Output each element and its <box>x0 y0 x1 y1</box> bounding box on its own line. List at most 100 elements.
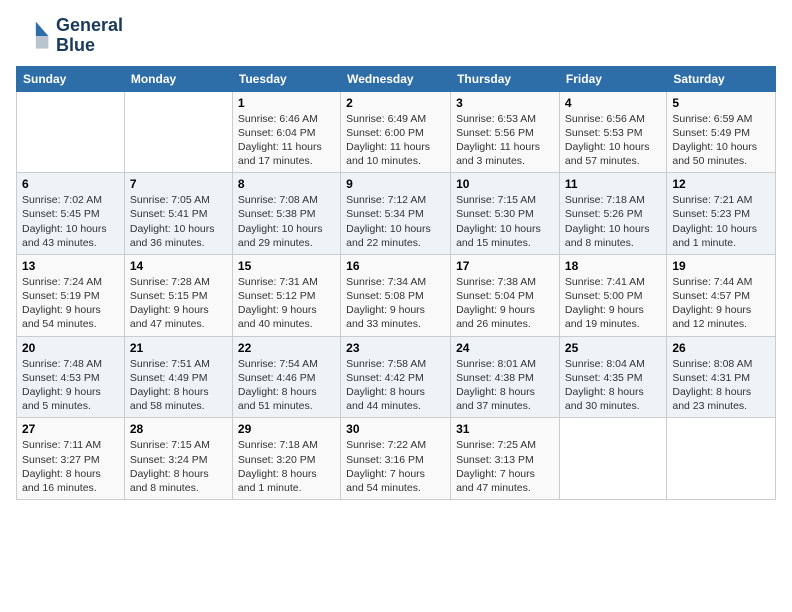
day-number: 16 <box>346 259 445 273</box>
calendar-day-cell: 8 Sunrise: 7:08 AM Sunset: 5:38 PM Daylig… <box>232 173 340 255</box>
calendar-week-row: 1 Sunrise: 6:46 AM Sunset: 6:04 PM Daylig… <box>17 91 776 173</box>
calendar-day-cell: 18Sunrise: 7:41 AM Sunset: 5:00 PM Dayli… <box>559 254 666 336</box>
calendar-week-row: 27 Sunrise: 7:11 AM Sunset: 3:27 PM Dayli… <box>17 418 776 500</box>
weekday-header-cell: Sunday <box>17 66 125 91</box>
calendar-day-cell: 30 Sunrise: 7:22 AM Sunset: 3:16 PM Dayli… <box>341 418 451 500</box>
day-number: 17 <box>456 259 554 273</box>
day-number: 2 <box>346 96 445 110</box>
day-info: Sunrise: 7:31 AM Sunset: 5:12 PM Dayligh… <box>238 275 335 332</box>
calendar-day-cell: 9Sunrise: 7:12 AM Sunset: 5:34 PM Daylig… <box>341 173 451 255</box>
calendar-day-cell: 10 Sunrise: 7:15 AM Sunset: 5:30 PM Dayli… <box>451 173 560 255</box>
day-info: Sunrise: 6:49 AM Sunset: 6:00 PM Dayligh… <box>346 112 445 169</box>
calendar-day-cell: 13 Sunrise: 7:24 AM Sunset: 5:19 PM Dayli… <box>17 254 125 336</box>
day-number: 25 <box>565 341 661 355</box>
day-number: 18 <box>565 259 661 273</box>
weekday-header-cell: Monday <box>124 66 232 91</box>
calendar-day-cell: 28 Sunrise: 7:15 AM Sunset: 3:24 PM Dayli… <box>124 418 232 500</box>
day-info: Sunrise: 7:58 AM Sunset: 4:42 PM Dayligh… <box>346 357 445 414</box>
calendar-day-cell: 21 Sunrise: 7:51 AM Sunset: 4:49 PM Dayli… <box>124 336 232 418</box>
calendar-day-cell: 23Sunrise: 7:58 AM Sunset: 4:42 PM Dayli… <box>341 336 451 418</box>
weekday-header-cell: Thursday <box>451 66 560 91</box>
day-number: 13 <box>22 259 119 273</box>
day-info: Sunrise: 7:15 AM Sunset: 3:24 PM Dayligh… <box>130 438 227 495</box>
calendar-day-cell: 2 Sunrise: 6:49 AM Sunset: 6:00 PM Daylig… <box>341 91 451 173</box>
day-info: Sunrise: 7:38 AM Sunset: 5:04 PM Dayligh… <box>456 275 554 332</box>
day-info: Sunrise: 7:44 AM Sunset: 4:57 PM Dayligh… <box>672 275 770 332</box>
calendar-day-cell: 16 Sunrise: 7:34 AM Sunset: 5:08 PM Dayli… <box>341 254 451 336</box>
day-number: 15 <box>238 259 335 273</box>
day-number: 22 <box>238 341 335 355</box>
day-info: Sunrise: 7:34 AM Sunset: 5:08 PM Dayligh… <box>346 275 445 332</box>
calendar-day-cell: 6 Sunrise: 7:02 AM Sunset: 5:45 PM Daylig… <box>17 173 125 255</box>
day-info: Sunrise: 7:11 AM Sunset: 3:27 PM Dayligh… <box>22 438 119 495</box>
logo-icon <box>16 18 52 54</box>
day-info: Sunrise: 6:59 AM Sunset: 5:49 PM Dayligh… <box>672 112 770 169</box>
calendar-body: 1 Sunrise: 6:46 AM Sunset: 6:04 PM Daylig… <box>17 91 776 499</box>
calendar-day-cell <box>559 418 666 500</box>
day-number: 4 <box>565 96 661 110</box>
day-info: Sunrise: 6:53 AM Sunset: 5:56 PM Dayligh… <box>456 112 554 169</box>
day-info: Sunrise: 8:04 AM Sunset: 4:35 PM Dayligh… <box>565 357 661 414</box>
day-info: Sunrise: 7:21 AM Sunset: 5:23 PM Dayligh… <box>672 193 770 250</box>
day-info: Sunrise: 7:48 AM Sunset: 4:53 PM Dayligh… <box>22 357 119 414</box>
day-info: Sunrise: 7:12 AM Sunset: 5:34 PM Dayligh… <box>346 193 445 250</box>
day-number: 28 <box>130 422 227 436</box>
day-info: Sunrise: 7:22 AM Sunset: 3:16 PM Dayligh… <box>346 438 445 495</box>
calendar-week-row: 6 Sunrise: 7:02 AM Sunset: 5:45 PM Daylig… <box>17 173 776 255</box>
calendar-day-cell: 31 Sunrise: 7:25 AM Sunset: 3:13 PM Dayli… <box>451 418 560 500</box>
day-number: 8 <box>238 177 335 191</box>
calendar-week-row: 13 Sunrise: 7:24 AM Sunset: 5:19 PM Dayli… <box>17 254 776 336</box>
day-number: 19 <box>672 259 770 273</box>
page-header: General Blue <box>16 16 776 56</box>
calendar-day-cell: 26 Sunrise: 8:08 AM Sunset: 4:31 PM Dayli… <box>667 336 776 418</box>
weekday-header-row: SundayMondayTuesdayWednesdayThursdayFrid… <box>17 66 776 91</box>
calendar-day-cell: 29Sunrise: 7:18 AM Sunset: 3:20 PM Dayli… <box>232 418 340 500</box>
day-number: 3 <box>456 96 554 110</box>
calendar-day-cell: 19 Sunrise: 7:44 AM Sunset: 4:57 PM Dayli… <box>667 254 776 336</box>
logo: General Blue <box>16 16 123 56</box>
day-number: 30 <box>346 422 445 436</box>
calendar-day-cell: 25 Sunrise: 8:04 AM Sunset: 4:35 PM Dayli… <box>559 336 666 418</box>
day-number: 6 <box>22 177 119 191</box>
logo-text: General Blue <box>56 16 123 56</box>
calendar-day-cell: 20Sunrise: 7:48 AM Sunset: 4:53 PM Dayli… <box>17 336 125 418</box>
calendar-day-cell: 27 Sunrise: 7:11 AM Sunset: 3:27 PM Dayli… <box>17 418 125 500</box>
day-info: Sunrise: 6:56 AM Sunset: 5:53 PM Dayligh… <box>565 112 661 169</box>
calendar-week-row: 20Sunrise: 7:48 AM Sunset: 4:53 PM Dayli… <box>17 336 776 418</box>
day-info: Sunrise: 7:51 AM Sunset: 4:49 PM Dayligh… <box>130 357 227 414</box>
day-number: 11 <box>565 177 661 191</box>
day-info: Sunrise: 8:08 AM Sunset: 4:31 PM Dayligh… <box>672 357 770 414</box>
calendar-day-cell: 3 Sunrise: 6:53 AM Sunset: 5:56 PM Daylig… <box>451 91 560 173</box>
day-info: Sunrise: 7:08 AM Sunset: 5:38 PM Dayligh… <box>238 193 335 250</box>
day-info: Sunrise: 7:15 AM Sunset: 5:30 PM Dayligh… <box>456 193 554 250</box>
calendar-day-cell: 11Sunrise: 7:18 AM Sunset: 5:26 PM Dayli… <box>559 173 666 255</box>
calendar-day-cell: 24Sunrise: 8:01 AM Sunset: 4:38 PM Dayli… <box>451 336 560 418</box>
calendar-day-cell: 7Sunrise: 7:05 AM Sunset: 5:41 PM Daylig… <box>124 173 232 255</box>
day-number: 1 <box>238 96 335 110</box>
calendar-day-cell <box>124 91 232 173</box>
day-number: 27 <box>22 422 119 436</box>
calendar-day-cell: 12 Sunrise: 7:21 AM Sunset: 5:23 PM Dayli… <box>667 173 776 255</box>
day-info: Sunrise: 7:54 AM Sunset: 4:46 PM Dayligh… <box>238 357 335 414</box>
day-number: 7 <box>130 177 227 191</box>
day-number: 21 <box>130 341 227 355</box>
day-number: 14 <box>130 259 227 273</box>
day-info: Sunrise: 6:46 AM Sunset: 6:04 PM Dayligh… <box>238 112 335 169</box>
day-number: 24 <box>456 341 554 355</box>
day-info: Sunrise: 7:25 AM Sunset: 3:13 PM Dayligh… <box>456 438 554 495</box>
day-number: 29 <box>238 422 335 436</box>
calendar-day-cell: 4 Sunrise: 6:56 AM Sunset: 5:53 PM Daylig… <box>559 91 666 173</box>
calendar-table: SundayMondayTuesdayWednesdayThursdayFrid… <box>16 66 776 500</box>
calendar-day-cell: 5Sunrise: 6:59 AM Sunset: 5:49 PM Daylig… <box>667 91 776 173</box>
day-info: Sunrise: 7:02 AM Sunset: 5:45 PM Dayligh… <box>22 193 119 250</box>
day-number: 10 <box>456 177 554 191</box>
day-number: 26 <box>672 341 770 355</box>
calendar-day-cell <box>667 418 776 500</box>
day-info: Sunrise: 7:28 AM Sunset: 5:15 PM Dayligh… <box>130 275 227 332</box>
day-info: Sunrise: 7:24 AM Sunset: 5:19 PM Dayligh… <box>22 275 119 332</box>
weekday-header-cell: Wednesday <box>341 66 451 91</box>
calendar-day-cell: 1 Sunrise: 6:46 AM Sunset: 6:04 PM Daylig… <box>232 91 340 173</box>
day-number: 12 <box>672 177 770 191</box>
calendar-day-cell: 22 Sunrise: 7:54 AM Sunset: 4:46 PM Dayli… <box>232 336 340 418</box>
day-number: 31 <box>456 422 554 436</box>
